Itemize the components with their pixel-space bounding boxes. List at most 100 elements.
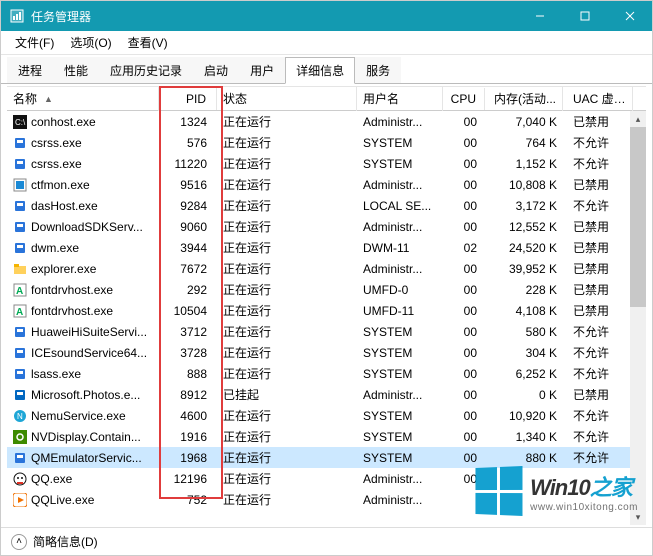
process-uac: 已禁用 [563, 216, 633, 237]
process-cpu: 00 [443, 323, 485, 341]
process-cpu [443, 498, 485, 502]
process-user: SYSTEM [357, 365, 443, 383]
chevron-up-icon[interactable]: ˄ [11, 534, 27, 550]
table-row[interactable]: QMEmulatorServic...1968正在运行SYSTEM00880 K… [7, 447, 646, 468]
col-cpu[interactable]: CPU [443, 88, 485, 110]
process-mem: 39,952 K [485, 260, 563, 278]
table-row[interactable]: C:\conhost.exe1324正在运行Administr...007,04… [7, 111, 646, 132]
process-name: NVDisplay.Contain... [31, 430, 141, 444]
generic-icon [13, 199, 27, 213]
tab-4[interactable]: 用户 [239, 57, 285, 83]
process-status: 正在运行 [217, 216, 357, 237]
vertical-scrollbar[interactable]: ▴ ▾ [630, 111, 646, 525]
svg-text:A: A [16, 286, 23, 297]
table-row[interactable]: dasHost.exe9284正在运行LOCAL SE...003,172 K不… [7, 195, 646, 216]
process-name: QMEmulatorServic... [31, 451, 142, 465]
close-button[interactable] [607, 1, 652, 31]
window-title: 任务管理器 [31, 8, 517, 25]
tab-1[interactable]: 性能 [53, 57, 99, 83]
process-pid: 4600 [159, 407, 217, 425]
table-row[interactable]: QQLive.exe752正在运行Administr... [7, 489, 646, 510]
generic-icon [13, 157, 27, 171]
col-user[interactable]: 用户名 [357, 86, 443, 111]
table-row[interactable]: Afontdrvhost.exe292正在运行UMFD-000228 K已禁用 [7, 279, 646, 300]
generic-icon [13, 220, 27, 234]
process-user: DWM-11 [357, 239, 443, 257]
process-cpu: 00 [443, 386, 485, 404]
process-uac: 已禁用 [563, 111, 633, 132]
process-name: HuaweiHiSuiteServi... [31, 325, 147, 339]
process-status: 正在运行 [217, 111, 357, 132]
process-cpu: 00 [443, 260, 485, 278]
table-row[interactable]: QQ.exe12196正在运行Administr...00 [7, 468, 646, 489]
process-pid: 8912 [159, 386, 217, 404]
process-cpu: 00 [443, 344, 485, 362]
menu-view[interactable]: 查看(V) [120, 32, 176, 53]
process-user: Administr... [357, 218, 443, 236]
col-pid[interactable]: PID [159, 88, 217, 110]
process-pid: 9060 [159, 218, 217, 236]
process-name: ICEsoundService64... [31, 346, 147, 360]
process-status: 已挂起 [217, 384, 357, 405]
scroll-down-button[interactable]: ▾ [630, 509, 646, 525]
table-row[interactable]: ctfmon.exe9516正在运行Administr...0010,808 K… [7, 174, 646, 195]
process-name: Microsoft.Photos.e... [31, 388, 140, 402]
process-mem: 24,520 K [485, 239, 563, 257]
table-row[interactable]: DownloadSDKServ...9060正在运行Administr...00… [7, 216, 646, 237]
col-uac[interactable]: UAC 虚拟化 [563, 86, 633, 111]
table-row[interactable]: explorer.exe7672正在运行Administr...0039,952… [7, 258, 646, 279]
process-table: 名称▲ PID 状态 用户名 CPU 内存(活动... UAC 虚拟化 C:\c… [7, 86, 646, 527]
titlebar: 任务管理器 [1, 1, 652, 31]
menu-options[interactable]: 选项(O) [62, 32, 119, 53]
tab-6[interactable]: 服务 [355, 57, 401, 83]
table-row[interactable]: NNemuService.exe4600正在运行SYSTEM0010,920 K… [7, 405, 646, 426]
svg-text:A: A [16, 307, 23, 318]
sort-asc-icon: ▲ [44, 94, 53, 104]
col-name[interactable]: 名称▲ [7, 86, 159, 111]
table-row[interactable]: lsass.exe888正在运行SYSTEM006,252 K不允许 [7, 363, 646, 384]
table-row[interactable]: csrss.exe11220正在运行SYSTEM001,152 K不允许 [7, 153, 646, 174]
process-uac: 不允许 [563, 321, 633, 342]
tab-5[interactable]: 详细信息 [285, 57, 355, 84]
menu-file[interactable]: 文件(F) [7, 32, 62, 53]
tab-0[interactable]: 进程 [7, 57, 53, 83]
tab-3[interactable]: 启动 [193, 57, 239, 83]
table-row[interactable]: ICEsoundService64...3728正在运行SYSTEM00304 … [7, 342, 646, 363]
scroll-up-button[interactable]: ▴ [630, 111, 646, 127]
brief-info-button[interactable]: 简略信息(D) [33, 533, 98, 550]
maximize-button[interactable] [562, 1, 607, 31]
process-pid: 7672 [159, 260, 217, 278]
tab-2[interactable]: 应用历史记录 [99, 57, 193, 83]
table-row[interactable]: dwm.exe3944正在运行DWM-110224,520 K已禁用 [7, 237, 646, 258]
process-pid: 1324 [159, 113, 217, 131]
table-row[interactable]: csrss.exe576正在运行SYSTEM00764 K不允许 [7, 132, 646, 153]
process-uac: 不允许 [563, 363, 633, 384]
process-pid: 576 [159, 134, 217, 152]
svg-text:C:\: C:\ [15, 118, 26, 127]
process-user: LOCAL SE... [357, 197, 443, 215]
generic-icon [13, 367, 27, 381]
table-row[interactable]: Microsoft.Photos.e...8912已挂起Administr...… [7, 384, 646, 405]
process-status: 正在运行 [217, 489, 357, 510]
table-row[interactable]: Afontdrvhost.exe10504正在运行UMFD-11004,108 … [7, 300, 646, 321]
dwm-icon [13, 241, 27, 255]
process-mem: 304 K [485, 344, 563, 362]
process-mem: 12,552 K [485, 218, 563, 236]
minimize-button[interactable] [517, 1, 562, 31]
process-cpu: 02 [443, 239, 485, 257]
process-name: csrss.exe [31, 136, 82, 150]
table-row[interactable]: HuaweiHiSuiteServi...3712正在运行SYSTEM00580… [7, 321, 646, 342]
process-name: fontdrvhost.exe [31, 283, 113, 297]
scroll-thumb[interactable] [630, 127, 646, 307]
process-status: 正在运行 [217, 300, 357, 321]
qqlive-icon [13, 493, 27, 507]
process-uac: 已禁用 [563, 258, 633, 279]
svg-text:N: N [17, 412, 23, 421]
col-status[interactable]: 状态 [217, 86, 357, 111]
process-status: 正在运行 [217, 405, 357, 426]
process-uac [563, 477, 633, 481]
table-row[interactable]: NVDisplay.Contain...1916正在运行SYSTEM001,34… [7, 426, 646, 447]
process-user: SYSTEM [357, 428, 443, 446]
process-mem: 0 K [485, 386, 563, 404]
col-mem[interactable]: 内存(活动... [485, 86, 563, 111]
